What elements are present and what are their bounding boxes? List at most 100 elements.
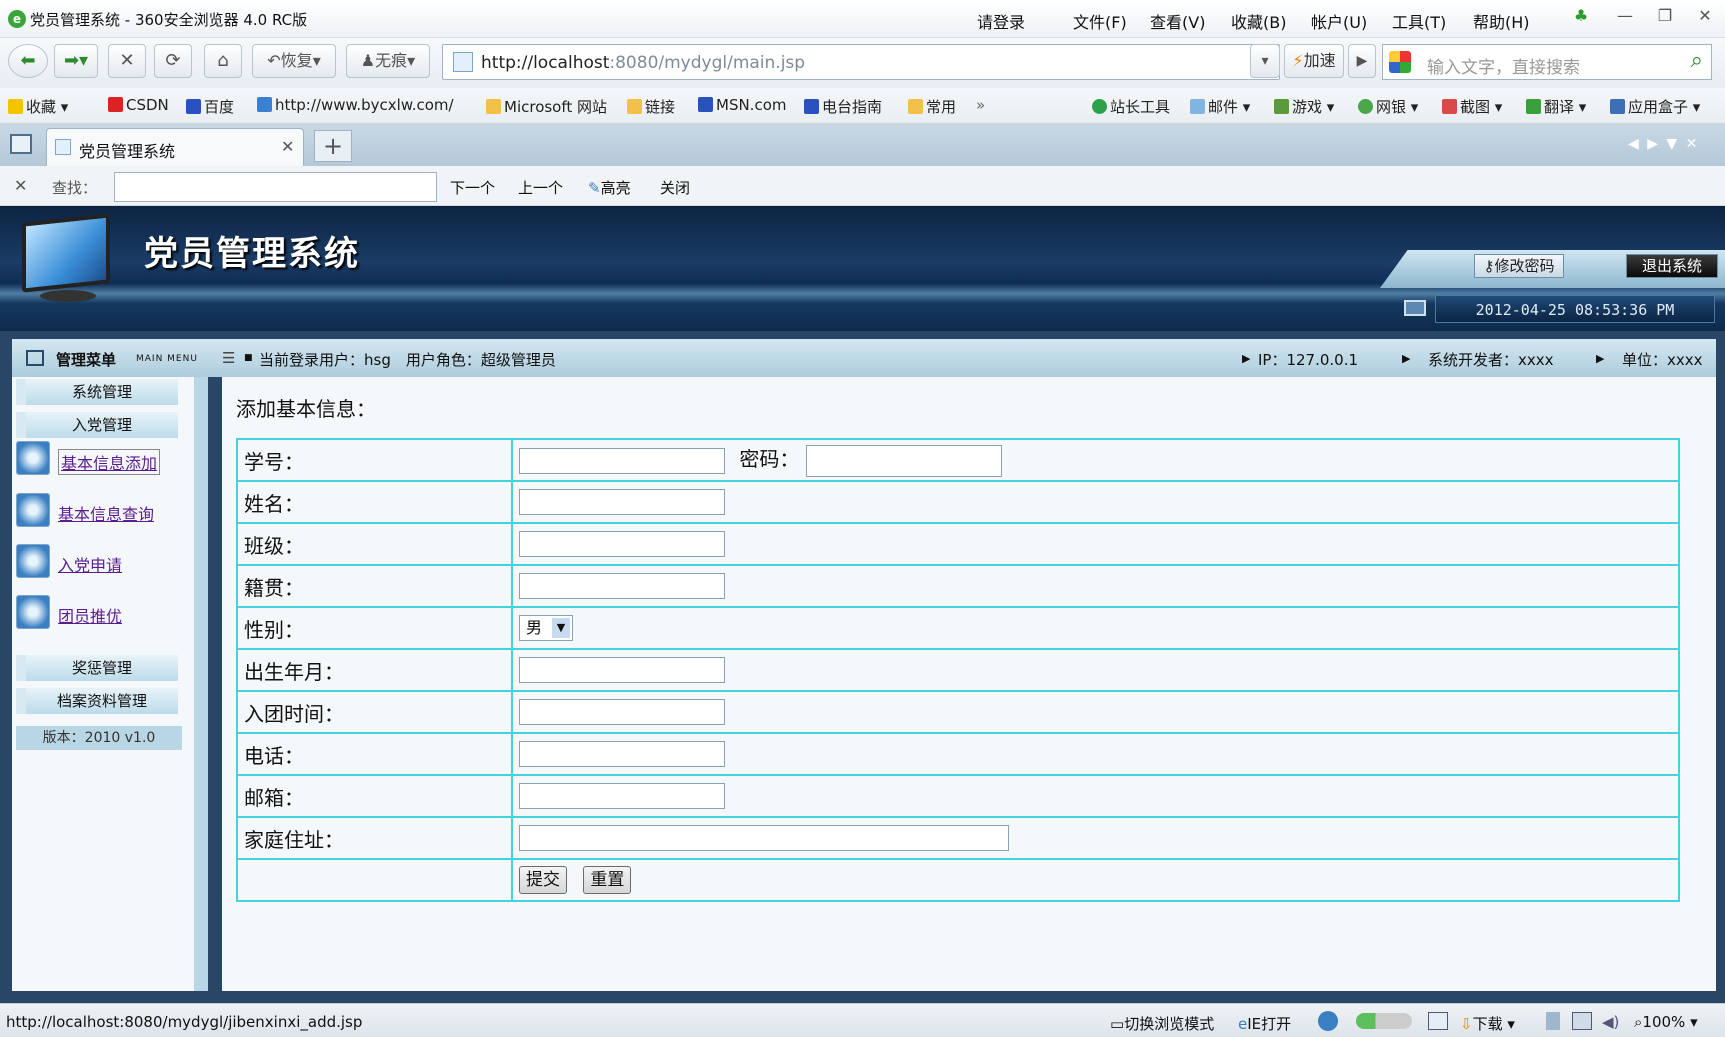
native-place-input[interactable] [519,573,725,600]
tab-scroll-controls[interactable]: ◀ ▶ ▼ ✕ [1628,136,1699,152]
skin-icon[interactable]: ♣ [1568,6,1594,30]
go-icon[interactable]: ▶ [1348,44,1376,78]
gender-select[interactable]: 男 ▼ [519,615,573,642]
bookmark-common[interactable]: 常用 [908,96,956,117]
bookmark-csdn[interactable]: CSDN [108,96,169,114]
sidebar-link-label[interactable]: 入党申请 [58,552,122,576]
sidebar-link-label[interactable]: 基本信息添加 [58,449,161,475]
back-icon[interactable]: ⬅ [8,44,48,78]
address-dropdown-icon[interactable]: ▾ [1250,44,1280,78]
find-label: 查找： [52,179,98,197]
find-input[interactable] [114,172,437,202]
search-input[interactable]: 输入文字，直接搜索 ⌕ [1382,44,1712,80]
window-small-icon[interactable] [1572,1012,1592,1030]
logout-button[interactable]: 退出系统 [1626,254,1718,278]
bookmark-msn[interactable]: MSN.com [698,96,787,114]
phone-input[interactable] [519,741,725,768]
stop-icon[interactable]: ✕ [108,44,146,78]
tool-webmaster[interactable]: 站长工具 [1092,96,1170,117]
new-tab-button[interactable]: + [314,130,352,162]
sidebar-header-rewards[interactable]: 奖惩管理 [16,655,178,681]
sidebar-header-join-party[interactable]: 入党管理 [16,412,178,438]
tool-appbox[interactable]: 应用盒子 ▾ [1610,96,1700,117]
restore-button[interactable]: ↶恢复▾ [252,44,336,78]
forward-icon[interactable]: ➡▾ [54,44,98,78]
download-button[interactable]: ⇩下载 ▾ [1460,1013,1515,1034]
zoom-control[interactable]: ⌕100% ▾ [1634,1013,1698,1031]
tool-mail[interactable]: 邮件 ▾ [1190,96,1250,117]
gear-icon [16,595,50,629]
reset-button[interactable]: 重置 [583,866,632,894]
menu-account[interactable]: 帐户(U) [1311,9,1367,33]
bookmark-microsoft[interactable]: Microsoft 网站 [486,96,607,117]
find-next-button[interactable]: 下一个 [450,177,495,198]
minimize-button[interactable]: — [1612,6,1638,30]
msn-icon [698,97,713,112]
home-icon[interactable]: ⌂ [204,44,242,78]
calendar-icon[interactable] [1428,1012,1448,1030]
email-input[interactable] [519,783,725,810]
tool-games[interactable]: 游戏 ▾ [1274,96,1334,117]
toggle-switch-icon[interactable] [1356,1013,1412,1029]
info-bar: 管理菜单 MAIN MENU ☰ ■ 当前登录用户：hsg 用户角色：超级管理员… [12,339,1716,377]
sidebar-item-basic-query[interactable]: 基本信息查询 [16,491,178,531]
bookmark-links[interactable]: 链接 [627,96,675,117]
find-close-button[interactable]: 关闭 [660,177,690,198]
birth-input[interactable] [519,657,725,684]
csdn-icon [108,97,123,112]
tool-translate[interactable]: 翻译 ▾ [1526,96,1586,117]
change-password-button[interactable]: ⚷修改密码 [1474,254,1564,278]
address-input[interactable] [519,825,1009,852]
highlighter-icon: ✎ [588,179,601,197]
login-menu[interactable]: 请登录 [977,9,1025,33]
sidebar-item-application[interactable]: 入党申请 [16,542,178,582]
sidebar-link-label[interactable]: 基本信息查询 [58,501,154,525]
sidebar-header-system[interactable]: 系统管理 [16,379,178,405]
bookmark-baidu[interactable]: 百度 [186,96,234,117]
tool-screenshot[interactable]: 截图 ▾ [1442,96,1502,117]
ie-icon: e [1238,1015,1248,1033]
bookmark-radio[interactable]: 电台指南 [804,96,882,117]
maximize-button[interactable]: ❐ [1652,6,1678,30]
sidebar-item-basic-add[interactable]: 基本信息添加 [16,439,178,479]
refresh-icon[interactable]: ⟳ [154,44,192,78]
password-input[interactable] [805,444,1002,477]
globe-icon[interactable] [1318,1011,1338,1031]
sidebar-link-label[interactable]: 团员推优 [58,603,122,627]
sidebar-toggle-icon[interactable] [10,134,32,154]
class-input[interactable] [519,531,725,558]
name-input[interactable] [519,489,725,516]
menu-file[interactable]: 文件(F) [1073,9,1127,33]
tab-party-system[interactable]: 党员管理系统 ✕ [46,128,304,166]
speedup-button[interactable]: ⚡加速 [1284,44,1344,78]
incognito-button[interactable]: ♟无痕▾ [346,44,430,78]
folder-icon [486,99,501,114]
speaker-icon[interactable]: ◀) [1602,1013,1619,1031]
chevron-down-icon[interactable]: ▼ [552,618,570,639]
webmaster-icon [1092,99,1107,114]
sidebar-header-archives[interactable]: 档案资料管理 [16,688,178,714]
menu-view[interactable]: 查看(V) [1150,9,1205,33]
league-date-input[interactable] [519,699,725,726]
highlight-button[interactable]: ✎高亮 [588,177,631,198]
page-small-icon[interactable] [1546,1012,1560,1030]
incognito-label: 无痕 [375,51,408,70]
search-icon[interactable]: ⌕ [1691,48,1703,73]
menu-favorites[interactable]: 收藏(B) [1231,9,1286,33]
bookmark-favorites[interactable]: 收藏 ▾ [8,96,68,117]
ie-open-button[interactable]: eIE打开 [1238,1013,1291,1034]
close-tab-icon[interactable]: ✕ [281,137,294,156]
menu-tools[interactable]: 工具(T) [1392,9,1446,33]
tool-bank[interactable]: 网银 ▾ [1358,96,1418,117]
find-prev-button[interactable]: 上一个 [518,177,563,198]
close-find-icon[interactable]: ✕ [14,176,27,195]
student-id-input[interactable] [519,447,725,474]
close-window-button[interactable]: ✕ [1692,6,1718,30]
bookmark-bycxlw[interactable]: http://www.bycxlw.com/ [257,96,454,114]
switch-mode-button[interactable]: ▭切换浏览模式 [1110,1013,1214,1034]
submit-button[interactable]: 提交 [519,866,567,894]
sidebar-item-recommend[interactable]: 团员推优 [16,593,178,633]
address-bar[interactable]: http://localhost:8080/mydygl/main.jsp [442,44,1280,80]
menu-help[interactable]: 帮助(H) [1473,9,1530,33]
bookmarks-more[interactable]: » [976,96,985,114]
